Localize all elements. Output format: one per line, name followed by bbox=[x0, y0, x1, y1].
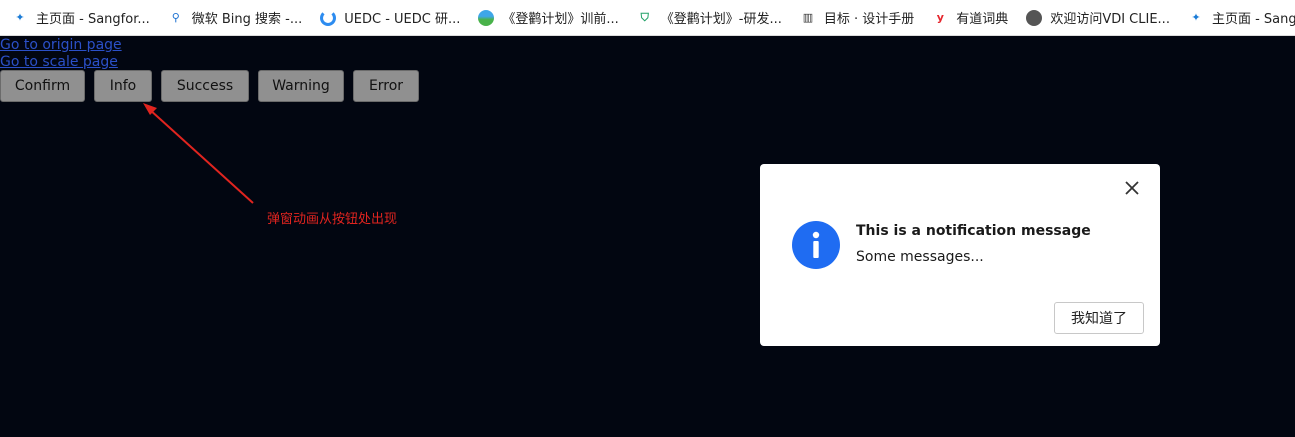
bookmark-label: 欢迎访问VDI CLIE... bbox=[1050, 12, 1170, 27]
bookmark-label: 主页面 - Sangfor... bbox=[36, 12, 150, 27]
bookmark-label: 《登鹳计划》-研发... bbox=[660, 12, 782, 27]
bookmark-item[interactable]: y 有道词典 bbox=[932, 8, 1009, 27]
bookmark-item[interactable]: ⛉ 《登鹳计划》-研发... bbox=[637, 8, 782, 28]
close-icon[interactable] bbox=[1122, 178, 1142, 198]
bing-search-icon: ⚲ bbox=[171, 11, 180, 24]
bookmark-label: UEDC - UEDC 研... bbox=[344, 12, 461, 27]
bookmark-item[interactable]: UEDC - UEDC 研... bbox=[320, 8, 460, 27]
book-icon: ▥ bbox=[802, 11, 814, 24]
youdao-icon: y bbox=[936, 11, 944, 24]
sangfor-icon: ✦ bbox=[15, 11, 25, 24]
modal-body: Some messages... bbox=[856, 249, 984, 265]
bookmark-item[interactable]: ✦ 主页面 - Sangfor... bbox=[12, 8, 150, 27]
bookmark-label: 目标 · 设计手册 bbox=[823, 12, 915, 27]
bookmark-item[interactable]: 《登鹳计划》训前... bbox=[478, 8, 619, 27]
modal-title: This is a notification message bbox=[856, 223, 1091, 239]
scale-page-link[interactable]: Go to scale page bbox=[0, 54, 122, 71]
warning-button[interactable]: Warning bbox=[258, 70, 344, 102]
globe-icon bbox=[478, 9, 495, 26]
bookmark-label: 微软 Bing 搜索 -... bbox=[191, 12, 303, 27]
bookmark-item[interactable]: 欢迎访问VDI CLIE... bbox=[1026, 8, 1170, 27]
confirm-button[interactable]: Confirm bbox=[0, 70, 85, 102]
annotation-text: 弹窗动画从按钮处出现 bbox=[267, 212, 398, 227]
sangfor-icon: ✦ bbox=[1191, 11, 1201, 24]
bookmark-item[interactable]: ▥ 目标 · 设计手册 bbox=[800, 8, 915, 27]
ok-button[interactable]: 我知道了 bbox=[1054, 302, 1144, 334]
shield-icon: ⛉ bbox=[640, 10, 649, 24]
info-icon bbox=[792, 221, 840, 269]
bookmarks-bar: ✦ 主页面 - Sangfor... ⚲ 微软 Bing 搜索 -... UED… bbox=[0, 0, 1295, 36]
info-button[interactable]: Info bbox=[94, 70, 152, 102]
bookmark-label: 主页面 - Sangfor... bbox=[1211, 12, 1295, 27]
bookmark-label: 《登鹳计划》训前... bbox=[502, 12, 619, 27]
success-button[interactable]: Success bbox=[161, 70, 249, 102]
modal-trigger-buttons: Confirm Info Success Warning Error bbox=[0, 70, 428, 102]
origin-page-link[interactable]: Go to origin page bbox=[0, 37, 122, 54]
bookmark-label: 有道词典 bbox=[956, 12, 1009, 27]
bookmark-item[interactable]: ✦ 主页面 - Sangfor... bbox=[1188, 8, 1295, 27]
bookmark-item[interactable]: ⚲ 微软 Bing 搜索 -... bbox=[168, 8, 303, 27]
page-links: Go to origin page Go to scale page bbox=[0, 37, 122, 71]
world-icon bbox=[1026, 9, 1043, 26]
info-modal: This is a notification message Some mess… bbox=[760, 164, 1160, 346]
uedc-icon bbox=[320, 9, 337, 26]
error-button[interactable]: Error bbox=[353, 70, 419, 102]
